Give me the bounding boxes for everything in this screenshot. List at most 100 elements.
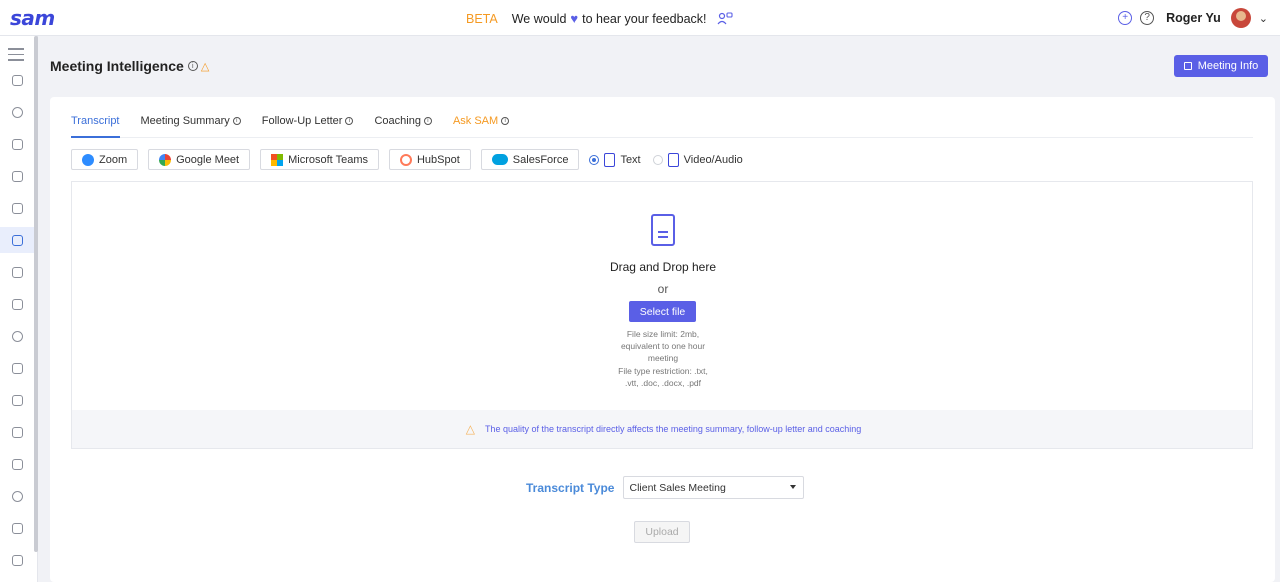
tab-transcript[interactable]: Transcript <box>71 115 120 138</box>
hubspot-button[interactable]: HubSpot <box>388 149 471 170</box>
sidebar-scrollbar[interactable] <box>34 36 38 552</box>
dropzone-title: Drag and Drop here <box>609 260 717 274</box>
help-icon[interactable]: ? <box>1140 11 1155 25</box>
microsoft-icon <box>271 153 284 166</box>
info-icon[interactable]: i <box>187 61 198 71</box>
sidebar-item-dashboard[interactable] <box>6 69 28 91</box>
tab-bar: Transcript Meeting Summary i Follow-Up Le… <box>71 115 1253 138</box>
type-restriction-line: File type restriction: .txt, <box>618 365 708 376</box>
dashboard-icon <box>11 74 23 86</box>
add-icon[interactable]: + <box>1118 11 1133 25</box>
info-icon: i <box>423 117 432 125</box>
tab-ask-sam[interactable]: Ask SAM i <box>452 115 510 138</box>
text-radio[interactable] <box>589 154 600 165</box>
feedback-text-end: to hear your feedback! <box>582 11 707 26</box>
info-icon: i <box>345 117 354 125</box>
transcript-type-label: Transcript Type <box>526 480 615 495</box>
text-option[interactable]: Text <box>589 152 641 167</box>
target-icon <box>11 106 23 118</box>
quality-notice: △ The quality of the transcript directly… <box>72 410 1252 448</box>
google-meet-button[interactable]: Google Meet <box>148 149 251 170</box>
plug-icon <box>11 522 23 534</box>
bar-chart-icon <box>11 458 23 470</box>
salesforce-icon <box>491 154 508 165</box>
sidebar <box>0 36 38 582</box>
menu-icon[interactable] <box>8 48 24 65</box>
tab-label: Follow-Up Letter <box>261 115 343 127</box>
sidebar-item-notes[interactable] <box>6 197 28 219</box>
tab-label: Transcript <box>71 115 120 127</box>
source-label: HubSpot <box>416 153 460 166</box>
sidebar-item-presentation[interactable] <box>6 165 28 187</box>
dropzone-or: or <box>657 282 669 296</box>
salesforce-button[interactable]: SalesForce <box>480 149 580 170</box>
quality-notice-text: The quality of the transcript directly a… <box>484 424 862 434</box>
avatar[interactable] <box>1230 8 1251 28</box>
heart-icon: ♥ <box>570 11 579 26</box>
tab-label: Ask SAM <box>452 115 499 127</box>
video-audio-radio[interactable] <box>652 154 663 165</box>
sidebar-item-integrations[interactable] <box>6 517 28 539</box>
sidebar-item-network[interactable] <box>6 421 28 443</box>
sidebar-item-team[interactable] <box>6 485 28 507</box>
feedback-icon[interactable] <box>717 11 733 26</box>
file-dropzone[interactable]: Drag and Drop here or Select file File s… <box>71 181 1253 449</box>
document-icon <box>651 214 675 246</box>
file-limits: File size limit: 2mb, equivalent to one … <box>603 328 723 389</box>
notes-icon <box>11 202 23 214</box>
chevron-down-icon[interactable]: ⌄ <box>1259 12 1268 25</box>
tab-coaching[interactable]: Coaching i <box>374 115 432 138</box>
source-label: Microsoft Teams <box>288 153 368 166</box>
tab-follow-up-letter[interactable]: Follow-Up Letter i <box>262 115 354 138</box>
page-title: Meeting Intelligence i △ <box>50 58 209 74</box>
source-selector: Zoom Google Meet Microsoft Teams HubSpot… <box>71 149 755 170</box>
workflow-icon <box>11 394 23 406</box>
warning-icon: △ <box>465 422 475 436</box>
bar-chart-icon <box>11 298 23 310</box>
sidebar-item-reports[interactable] <box>6 453 28 475</box>
upload-button[interactable]: Upload <box>634 521 690 543</box>
source-label: SalesForce <box>512 153 569 166</box>
beta-badge: BETA <box>466 11 498 26</box>
sidebar-item-analytics[interactable] <box>6 293 28 315</box>
presentation-icon <box>11 170 23 182</box>
text-option-label: Text <box>620 153 641 166</box>
transcript-type-select[interactable]: Client Sales Meeting <box>623 476 805 499</box>
sidebar-item-meeting-intelligence[interactable] <box>0 227 34 253</box>
zoom-icon <box>82 153 94 166</box>
document-edit-icon <box>11 234 23 246</box>
transcript-type-value: Client Sales Meeting <box>629 481 726 494</box>
sam-logo[interactable]: sam <box>10 6 55 30</box>
meeting-info-button[interactable]: Meeting Info <box>1174 55 1268 77</box>
settings-icon <box>11 554 23 566</box>
sidebar-item-people[interactable] <box>6 325 28 347</box>
sidebar-item-video[interactable] <box>6 133 28 155</box>
main-card: Transcript Meeting Summary i Follow-Up Le… <box>50 97 1275 582</box>
type-restriction-line: .vtt, .doc, .docx, .pdf <box>624 377 702 388</box>
warning-icon[interactable]: △ <box>201 60 209 73</box>
zoom-button[interactable]: Zoom <box>71 149 139 170</box>
video-icon <box>11 138 23 150</box>
people-icon <box>11 330 23 342</box>
sidebar-item-workflow[interactable] <box>6 389 28 411</box>
source-label: Google Meet <box>176 153 240 166</box>
video-audio-option[interactable]: Video/Audio <box>652 152 743 167</box>
select-file-button[interactable]: Select file <box>629 301 696 322</box>
top-bar: sam BETA We would ♥ to hear your feedbac… <box>0 0 1280 36</box>
google-icon <box>159 153 172 166</box>
sidebar-item-settings[interactable] <box>6 549 28 571</box>
sidebar-item-targets[interactable] <box>6 101 28 123</box>
user-name[interactable]: Roger Yu <box>1166 11 1221 25</box>
tab-meeting-summary[interactable]: Meeting Summary i <box>141 115 241 138</box>
size-limit-line: File size limit: 2mb, <box>626 329 700 339</box>
video-audio-label: Video/Audio <box>683 153 743 166</box>
microsoft-teams-button[interactable]: Microsoft Teams <box>260 149 379 170</box>
sidebar-item-checklist[interactable] <box>6 261 28 283</box>
feedback-text-start: We would <box>511 11 567 26</box>
tab-label: Coaching <box>374 115 421 127</box>
list-icon <box>11 362 23 374</box>
sidebar-item-tasks[interactable] <box>6 357 28 379</box>
text-document-icon <box>604 152 616 167</box>
caret-down-icon <box>790 485 797 489</box>
audio-file-icon <box>667 152 679 167</box>
